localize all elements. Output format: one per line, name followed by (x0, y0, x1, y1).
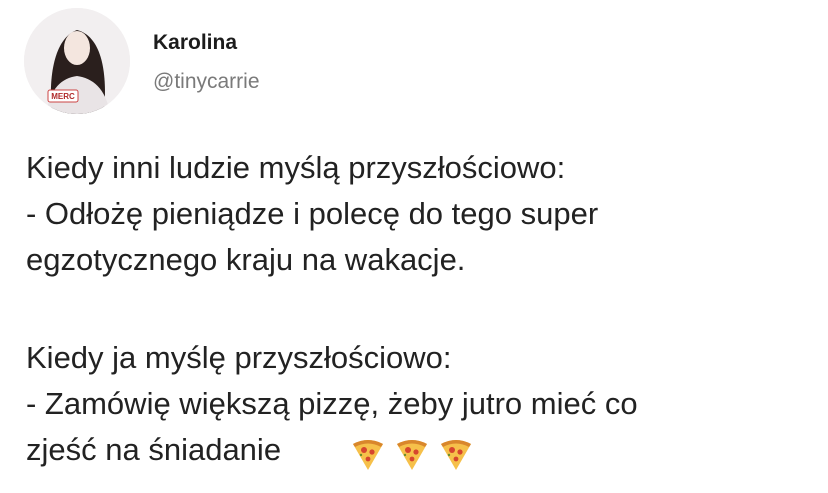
emoji-group (350, 432, 474, 476)
tweet-text-line: zjeść na śniadanie (26, 432, 282, 467)
tweet-text-line: - Odłożę pieniądze i polecę do tego supe… (26, 196, 599, 231)
pizza-icon (350, 436, 386, 472)
pizza-icon (394, 436, 430, 472)
avatar[interactable]: MERC (24, 8, 130, 114)
author-name[interactable]: Karolina (153, 31, 237, 55)
avatar-badge-text: MERC (51, 92, 75, 101)
tweet-text-line: Kiedy ja myślę przyszłościowo: (26, 340, 452, 375)
tweet-text-line: - Zamówię większą pizzę, żeby jutro mieć… (26, 386, 638, 421)
pizza-icon (438, 436, 474, 472)
tweet-text-line: egzotycznego kraju na wakacje. (26, 242, 466, 277)
tweet-text-line: Kiedy inni ludzie myślą przyszłościowo: (26, 150, 566, 185)
profile-photo-icon: MERC (24, 8, 130, 114)
tweet-card: MERC Karolina @tinycarrie Kiedy inni lud… (0, 0, 828, 493)
author-handle[interactable]: @tinycarrie (153, 70, 260, 94)
